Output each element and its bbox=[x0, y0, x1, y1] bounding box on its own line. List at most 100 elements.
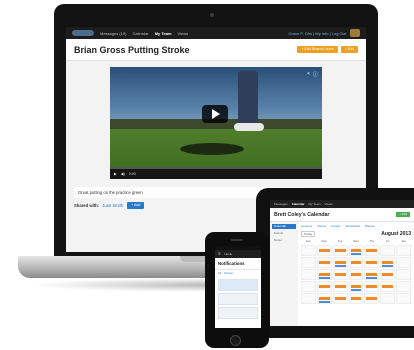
calendar-event[interactable] bbox=[318, 297, 330, 300]
calendar-event[interactable] bbox=[366, 297, 378, 300]
calendar-event[interactable] bbox=[334, 265, 346, 267]
notification-item[interactable] bbox=[218, 279, 258, 291]
calendar-event[interactable] bbox=[366, 249, 378, 252]
calendar-day[interactable] bbox=[364, 269, 380, 280]
info-icon[interactable]: ⓘ bbox=[313, 71, 318, 78]
volume-icon[interactable]: ◀) bbox=[121, 172, 125, 176]
play-button[interactable] bbox=[202, 105, 228, 123]
avatar[interactable] bbox=[350, 29, 360, 37]
play-small-icon[interactable]: ▶ bbox=[114, 172, 117, 176]
notification-item[interactable] bbox=[218, 293, 258, 305]
calendar-day[interactable] bbox=[380, 281, 396, 292]
calendar-day[interactable] bbox=[301, 257, 316, 268]
calendar-day[interactable] bbox=[316, 257, 332, 268]
tab-unread[interactable]: Unread bbox=[224, 272, 233, 275]
tablet-nav-messages[interactable]: Messages bbox=[274, 202, 288, 206]
calendar-day[interactable] bbox=[301, 245, 316, 256]
calendar-day[interactable] bbox=[332, 269, 348, 280]
calendar-day[interactable] bbox=[396, 245, 411, 256]
tablet-nav-views[interactable]: Views bbox=[325, 202, 333, 206]
calendar-day[interactable] bbox=[348, 281, 364, 292]
tablet-nav-my-team[interactable]: My Team bbox=[309, 202, 321, 206]
tab-all[interactable]: All bbox=[218, 272, 221, 275]
calendar-day[interactable] bbox=[301, 293, 316, 304]
user-links[interactable]: Grace P. Ohs | My Info | Log Out bbox=[288, 31, 346, 36]
calendar-event[interactable] bbox=[318, 301, 330, 303]
calendar-event[interactable] bbox=[350, 289, 362, 291]
calendar-day[interactable] bbox=[364, 293, 380, 304]
nav-my-team[interactable]: My Team bbox=[155, 31, 172, 36]
today-button[interactable]: Today bbox=[301, 231, 316, 237]
calendar-event[interactable] bbox=[350, 285, 362, 288]
calendar-event[interactable] bbox=[334, 297, 346, 300]
calendar-event[interactable] bbox=[350, 253, 362, 255]
video-player[interactable]: < ⓘ ▶ ◀) 0:00 bbox=[110, 67, 322, 179]
calendar-event[interactable] bbox=[382, 265, 394, 267]
calendar-day[interactable] bbox=[316, 269, 332, 280]
calendar-day[interactable] bbox=[348, 269, 364, 280]
notification-item[interactable] bbox=[218, 307, 258, 319]
edit-button[interactable]: + Edit bbox=[340, 46, 358, 53]
calendar-event[interactable] bbox=[318, 261, 330, 264]
calendar-event[interactable] bbox=[350, 261, 362, 264]
sidebar-item-calendar[interactable]: Calendar bbox=[272, 224, 296, 229]
calendar-event[interactable] bbox=[366, 285, 378, 288]
calendar-event[interactable] bbox=[318, 273, 330, 276]
calendar-day[interactable] bbox=[364, 245, 380, 256]
filter-clinics[interactable]: Clinics bbox=[317, 224, 326, 228]
tablet-nav-calendar[interactable]: Calendar bbox=[292, 202, 305, 206]
calendar-day[interactable] bbox=[332, 293, 348, 304]
calendar-day[interactable] bbox=[332, 257, 348, 268]
calendar-event[interactable] bbox=[334, 249, 346, 252]
calendar-event[interactable] bbox=[366, 261, 378, 264]
filter-camps[interactable]: Camps bbox=[331, 224, 341, 228]
share-icon[interactable]: < bbox=[307, 71, 310, 77]
filter-shared[interactable]: Shared bbox=[365, 224, 375, 228]
calendar-event[interactable] bbox=[382, 261, 394, 264]
calendar-event[interactable] bbox=[334, 273, 346, 276]
shared-user-link[interactable]: Juan Smith bbox=[102, 203, 123, 208]
calendar-event[interactable] bbox=[382, 273, 394, 276]
calendar-day[interactable] bbox=[316, 281, 332, 292]
calendar-event[interactable] bbox=[318, 285, 330, 288]
calendar-day[interactable] bbox=[364, 281, 380, 292]
calendar-day[interactable] bbox=[396, 257, 411, 268]
calendar-day[interactable] bbox=[396, 269, 411, 280]
calendar-day[interactable] bbox=[396, 281, 411, 292]
calendar-day[interactable] bbox=[348, 245, 364, 256]
nav-views[interactable]: Views bbox=[178, 31, 189, 36]
calendar-event[interactable] bbox=[350, 273, 362, 276]
menu-icon[interactable]: ☰ bbox=[218, 252, 221, 256]
calendar-day[interactable] bbox=[348, 293, 364, 304]
filter-lessons[interactable]: Lessons bbox=[301, 224, 312, 228]
calendar-event[interactable] bbox=[366, 277, 378, 279]
calendar-event[interactable] bbox=[350, 297, 362, 300]
calendar-event[interactable] bbox=[334, 261, 346, 264]
add-shared-button[interactable]: + Add bbox=[127, 202, 145, 209]
calendar-event[interactable] bbox=[366, 273, 378, 276]
calendar-event[interactable] bbox=[318, 249, 330, 252]
calendar-day[interactable] bbox=[380, 245, 396, 256]
calendar-event[interactable] bbox=[350, 249, 362, 252]
edit-shared-users-button[interactable]: + Edit Shared Users bbox=[297, 46, 338, 53]
calendar-event[interactable] bbox=[382, 285, 394, 288]
calendar-day[interactable] bbox=[301, 269, 316, 280]
calendar-day[interactable] bbox=[380, 269, 396, 280]
calendar-day[interactable] bbox=[380, 293, 396, 304]
nav-messages[interactable]: Messages (19) bbox=[100, 31, 126, 36]
home-button[interactable] bbox=[230, 335, 241, 346]
calendar-day[interactable] bbox=[364, 257, 380, 268]
nav-calendar[interactable]: Calendar bbox=[132, 31, 148, 36]
filter-scheduled[interactable]: Scheduled bbox=[346, 224, 360, 228]
calendar-day[interactable] bbox=[332, 245, 348, 256]
calendar-day[interactable] bbox=[301, 281, 316, 292]
calendar-day[interactable] bbox=[396, 293, 411, 304]
add-event-button[interactable]: + Add bbox=[396, 212, 410, 217]
calendar-day[interactable] bbox=[332, 281, 348, 292]
calendar-day[interactable] bbox=[348, 257, 364, 268]
calendar-day[interactable] bbox=[316, 293, 332, 304]
sidebar-item-events[interactable]: Events bbox=[272, 231, 296, 236]
calendar-event[interactable] bbox=[318, 277, 330, 279]
calendar-day[interactable] bbox=[316, 245, 332, 256]
calendar-event[interactable] bbox=[334, 285, 346, 288]
